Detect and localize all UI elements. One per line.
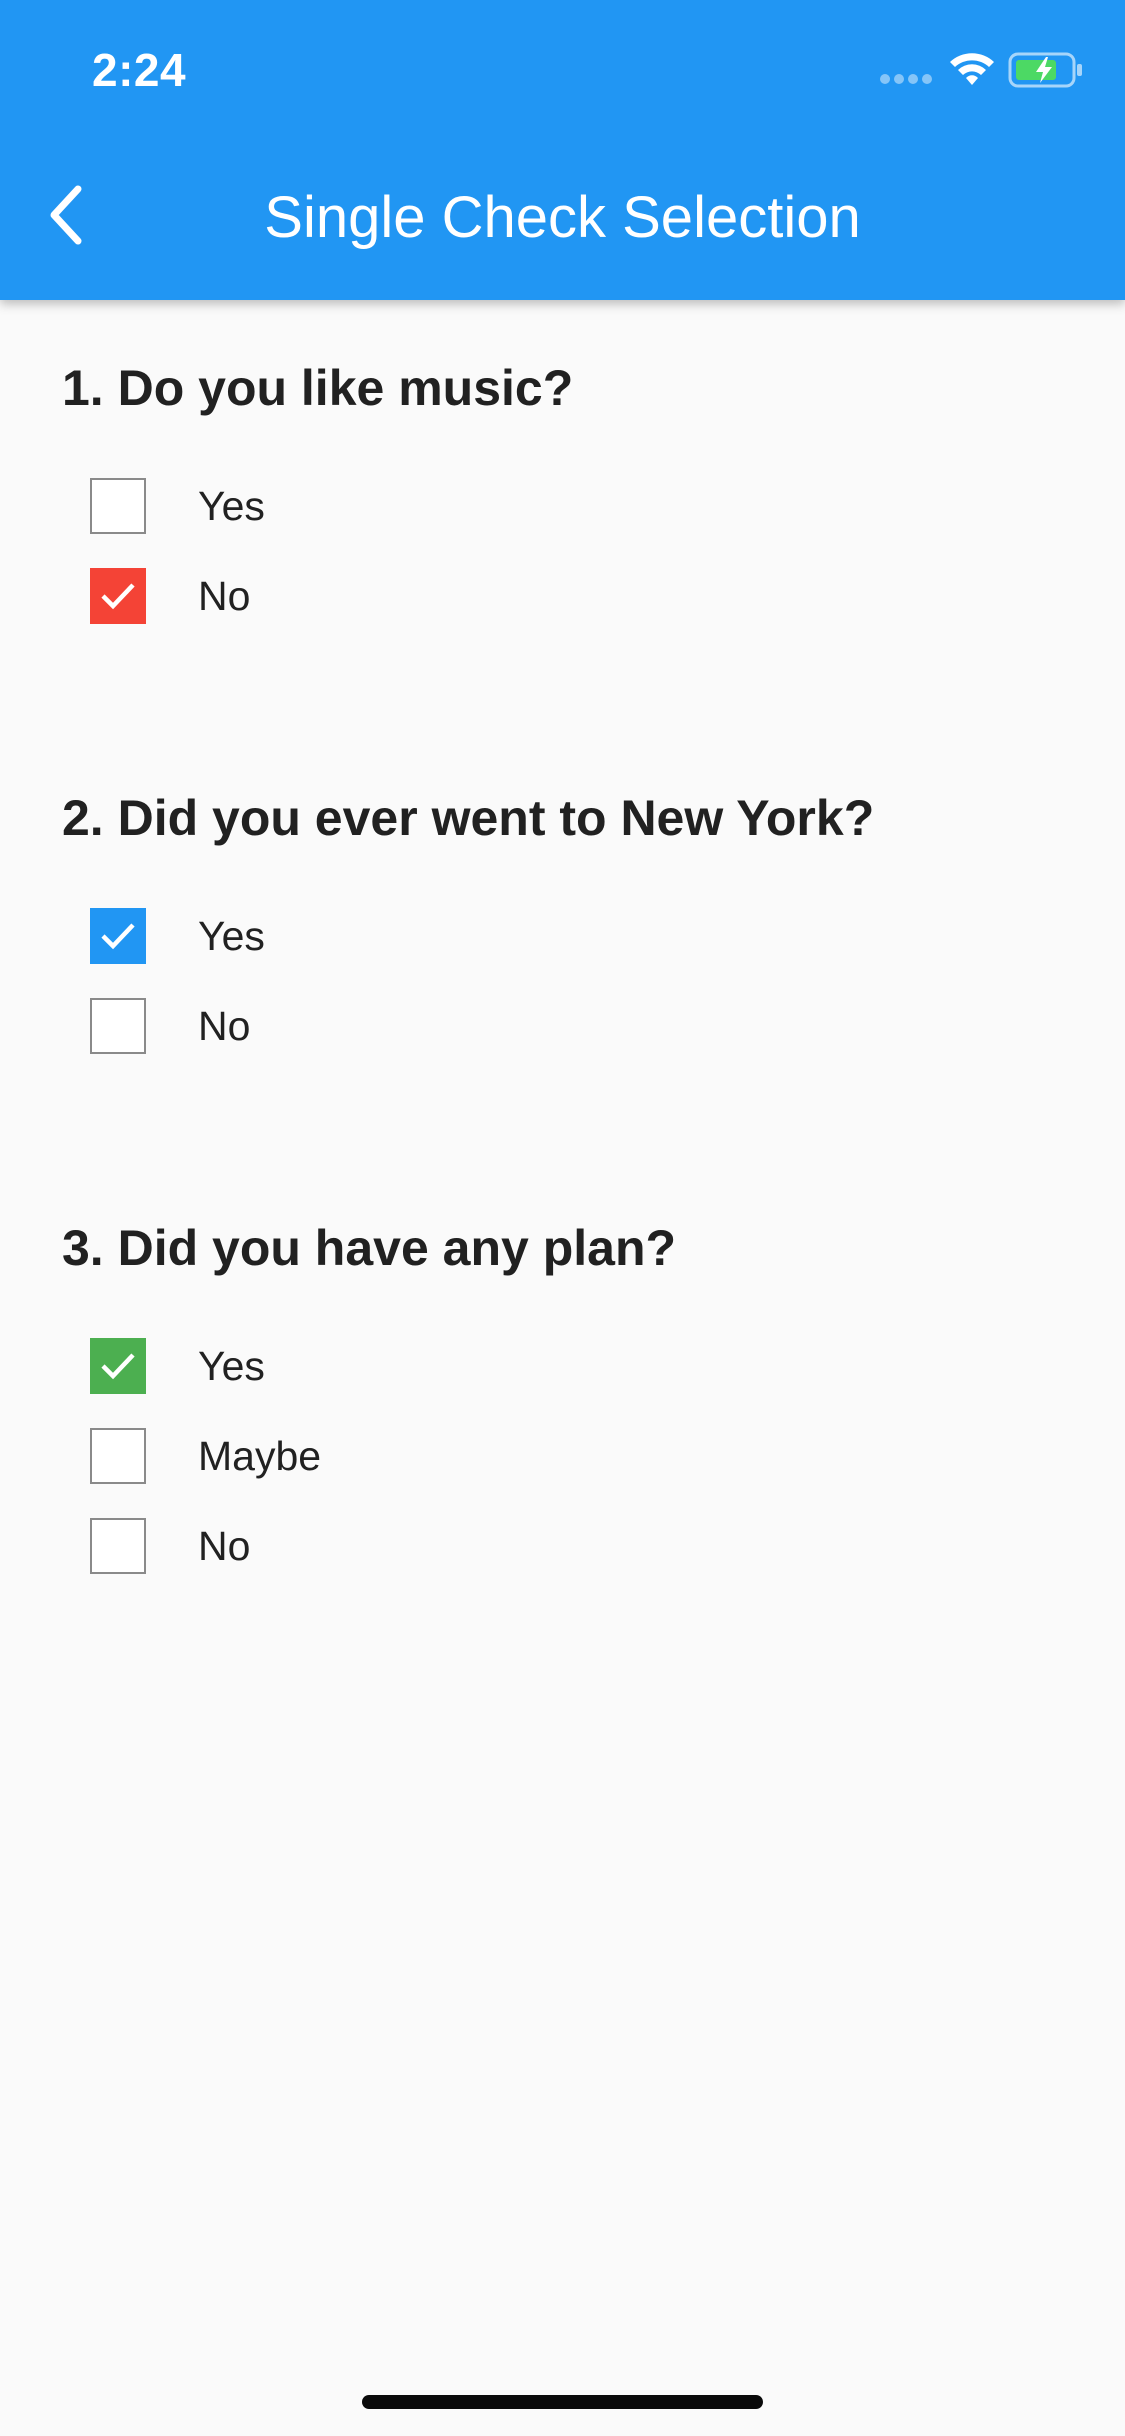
question-1-label: 1. Do you like music? xyxy=(62,360,574,416)
home-indicator[interactable] xyxy=(362,2395,763,2409)
option-label: Yes xyxy=(198,482,265,529)
q3-option-maybe[interactable]: Maybe xyxy=(90,1426,321,1486)
battery-charging-icon xyxy=(1008,52,1082,88)
option-label: Yes xyxy=(198,912,265,959)
q2-option-no[interactable]: No xyxy=(90,996,250,1056)
option-label: Yes xyxy=(198,1342,265,1389)
checkmark-icon xyxy=(101,1353,135,1380)
q3-option-yes[interactable]: Yes xyxy=(90,1336,265,1396)
option-label: No xyxy=(198,1002,251,1049)
q2-option-yes[interactable]: Yes xyxy=(90,906,265,966)
page-title: Single Check Selection xyxy=(264,185,861,250)
cellular-signal-icon xyxy=(880,74,934,86)
checkbox-checked[interactable] xyxy=(90,908,146,964)
option-label: No xyxy=(198,1522,251,1569)
checkmark-icon xyxy=(101,923,135,950)
option-label: Maybe xyxy=(198,1432,322,1479)
question-2-label: 2. Did you ever went to New York? xyxy=(62,790,875,846)
checkbox[interactable] xyxy=(90,1518,146,1574)
wifi-icon xyxy=(950,53,994,85)
q3-option-no[interactable]: No xyxy=(90,1516,250,1576)
q1-option-yes[interactable]: Yes xyxy=(90,476,265,536)
app-bar: 2:24 Single Check Selection xyxy=(0,0,1125,300)
checkbox[interactable] xyxy=(90,1428,146,1484)
checkmark-icon xyxy=(101,583,135,610)
checkbox-checked[interactable] xyxy=(90,568,146,624)
screen: 2:24 Single Check Selection 1. Do you li… xyxy=(0,0,1125,2436)
option-label: No xyxy=(198,572,251,619)
status-time: 2:24 xyxy=(92,44,187,96)
checkbox[interactable] xyxy=(90,998,146,1054)
q1-option-no[interactable]: No xyxy=(90,566,250,626)
question-3-label: 3. Did you have any plan? xyxy=(62,1220,677,1276)
checkbox-checked[interactable] xyxy=(90,1338,146,1394)
checkbox[interactable] xyxy=(90,478,146,534)
